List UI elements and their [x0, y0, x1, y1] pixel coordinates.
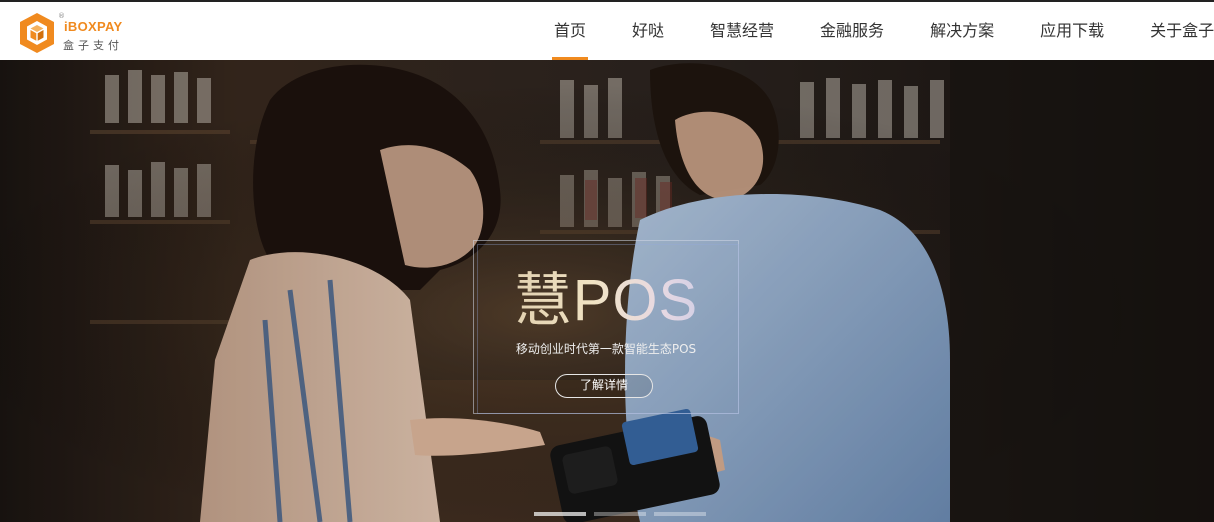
carousel-dot[interactable] — [534, 512, 586, 516]
box-logo-icon — [20, 13, 54, 53]
site-header: ® iBOXPAY 盒子支付 首页 好哒 智慧经营 金融服务 解决方案 应用下载… — [0, 2, 1214, 60]
promo-subtitle: 移动创业时代第一款智能生态POS — [515, 342, 697, 356]
nav-item-smart-business[interactable]: 智慧经营 — [692, 2, 792, 60]
carousel-indicators — [534, 512, 706, 516]
promo-title: 慧POS — [473, 266, 739, 336]
main-nav: 首页 好哒 智慧经营 金融服务 解决方案 应用下载 关于盒子 — [536, 2, 1214, 60]
nav-item-app-download[interactable]: 应用下载 — [1022, 2, 1122, 60]
carousel-dot[interactable] — [654, 512, 706, 516]
nav-item-about[interactable]: 关于盒子 — [1132, 2, 1214, 60]
brand-logo[interactable]: ® iBOXPAY 盒子支付 — [18, 10, 148, 56]
promo-card: 慧POS 移动创业时代第一款智能生态POS 了解详情 — [473, 240, 739, 414]
brand-name-en: iBOXPAY — [64, 19, 123, 34]
nav-item-financial-services[interactable]: 金融服务 — [802, 2, 902, 60]
brand-name-cn: 盒子支付 — [63, 39, 123, 52]
nav-item-home[interactable]: 首页 — [536, 2, 604, 60]
hero-banner: 慧POS 移动创业时代第一款智能生态POS 了解详情 — [0, 60, 1214, 522]
nav-item-haoda[interactable]: 好哒 — [614, 2, 682, 60]
nav-item-solutions[interactable]: 解决方案 — [912, 2, 1012, 60]
learn-more-button[interactable]: 了解详情 — [555, 374, 653, 398]
carousel-dot[interactable] — [594, 512, 646, 516]
